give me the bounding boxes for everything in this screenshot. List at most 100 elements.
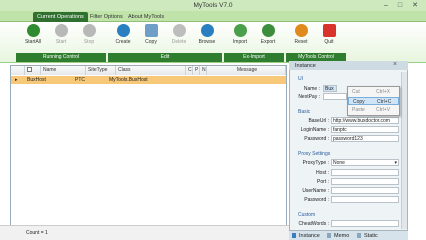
- panel-header: Instance ×: [289, 61, 408, 70]
- name-field[interactable]: Bux: [323, 85, 337, 92]
- tab-about-mytools[interactable]: About MyTools: [124, 12, 168, 22]
- host-label: Host :: [315, 170, 329, 176]
- panel-title: Instance: [295, 63, 316, 69]
- start-button[interactable]: Start: [48, 24, 74, 50]
- export-button[interactable]: Export: [255, 24, 281, 50]
- column-header-n[interactable]: N: [200, 66, 207, 75]
- grid-header-check[interactable]: [25, 66, 41, 75]
- row-marker-icon: ▸: [15, 77, 18, 83]
- browse-icon: [200, 24, 214, 37]
- context-menu-copy[interactable]: Copy Ctrl+C: [348, 97, 399, 105]
- export-icon: [261, 24, 275, 37]
- panel-tabs: Instance Memo Static: [289, 230, 408, 240]
- baseurl-field[interactable]: http://www.buxdoctor.com: [331, 117, 399, 124]
- create-icon: [116, 24, 130, 37]
- proxytype-value: None: [333, 160, 345, 166]
- checkbox-icon: [27, 67, 32, 73]
- column-header-class[interactable]: Class: [116, 66, 186, 75]
- port-label: Port :: [317, 179, 329, 185]
- stop-button[interactable]: Stop: [76, 24, 102, 50]
- column-header-message[interactable]: Message: [207, 66, 286, 75]
- proxy-password-field[interactable]: [331, 196, 399, 203]
- section-basic: Basic: [298, 109, 311, 115]
- cut-shortcut: Ctrl+X: [376, 89, 391, 95]
- row-sitetype: PTC: [75, 77, 85, 83]
- username-field[interactable]: [331, 187, 399, 194]
- cheatwords-label: CheatWords :: [298, 221, 329, 227]
- tab-current-operations[interactable]: Current Operations: [33, 12, 88, 22]
- static-tab-icon: [357, 233, 361, 238]
- section-proxy-settings: Proxy Settings: [298, 151, 331, 157]
- section-ui: UI: [298, 76, 303, 82]
- window-title: MyTools V7.0: [193, 2, 233, 9]
- context-menu-paste[interactable]: Paste Ctrl+V: [348, 106, 399, 114]
- ribbon-toolbar: StartAll Start Stop Create Copy Delete B…: [0, 22, 426, 63]
- tab-filter-options[interactable]: Filter Options: [86, 12, 127, 22]
- reset-icon: [294, 24, 308, 37]
- username-label: UserName :: [302, 188, 329, 194]
- context-menu: Cut Ctrl+X Copy Ctrl+C Paste Ctrl+V: [347, 86, 400, 116]
- password-label: Password :: [304, 136, 329, 142]
- title-bar: MyTools V7.0 – □ ✕: [0, 0, 426, 11]
- group-running-control: Running Control: [16, 53, 106, 62]
- instance-tab-icon: [292, 233, 296, 238]
- import-button[interactable]: Import: [227, 24, 253, 50]
- cheatwords-field[interactable]: [331, 220, 399, 227]
- startall-label: StartAll: [24, 39, 42, 45]
- quit-button[interactable]: Quit: [316, 24, 342, 50]
- copy-button[interactable]: Copy: [138, 24, 164, 50]
- loginname-label: LoginName :: [300, 127, 329, 133]
- create-label: Create: [115, 39, 131, 45]
- quit-label: Quit: [324, 39, 334, 45]
- row-class: MyTools.BuxHost: [109, 77, 148, 83]
- copy-icon: [144, 24, 158, 37]
- import-icon: [233, 24, 247, 37]
- column-header-sitetype[interactable]: SiteType: [86, 66, 116, 75]
- proxytype-label: ProxyType :: [302, 160, 329, 166]
- proxytype-select[interactable]: None ▾: [331, 159, 399, 166]
- tab-memo[interactable]: Memo: [334, 233, 349, 239]
- context-menu-cut[interactable]: Cut Ctrl+X: [348, 88, 399, 96]
- close-button[interactable]: ✕: [408, 1, 422, 10]
- table-row[interactable]: ▸ BuxHost PTC MyTools.BuxHost: [11, 76, 286, 84]
- column-header-c[interactable]: C: [186, 66, 193, 75]
- startall-button[interactable]: StartAll: [20, 24, 46, 50]
- section-custom: Custom: [298, 212, 316, 218]
- chevron-down-icon: ▾: [394, 160, 397, 166]
- grid-header-marker: [11, 66, 25, 75]
- nextpay-field[interactable]: [323, 93, 347, 100]
- column-header-name[interactable]: Name: [41, 66, 86, 75]
- create-button[interactable]: Create: [110, 24, 136, 50]
- maximize-button[interactable]: □: [394, 1, 406, 10]
- delete-button[interactable]: Delete: [166, 24, 192, 50]
- panel-scrollbar[interactable]: [401, 72, 407, 229]
- tab-static[interactable]: Static: [364, 233, 378, 239]
- baseurl-label: BaseUrl :: [308, 118, 329, 124]
- status-count: Count = 1: [26, 230, 48, 236]
- loginname-field[interactable]: fanptc: [331, 126, 399, 133]
- minimize-button[interactable]: –: [380, 1, 392, 10]
- name-label: Name :: [303, 86, 320, 92]
- delete-icon: [172, 24, 186, 37]
- browse-button[interactable]: Browse: [194, 24, 220, 50]
- host-field[interactable]: [331, 169, 399, 176]
- password-field[interactable]: password123: [331, 135, 399, 142]
- stop-label: Stop: [83, 39, 95, 45]
- panel-close-icon[interactable]: ×: [393, 61, 397, 68]
- status-bar: Count = 1: [0, 225, 290, 240]
- export-label: Export: [260, 39, 276, 45]
- reset-button[interactable]: Reset: [288, 24, 314, 50]
- stop-icon: [82, 24, 96, 37]
- copy-menu-label: Copy: [353, 99, 365, 105]
- nextpay-label: NextPay :: [298, 94, 320, 100]
- port-field[interactable]: [331, 178, 399, 185]
- instances-grid: Name SiteType Class C P N Message ▸ BuxH…: [10, 65, 287, 232]
- group-edit: Edit: [108, 53, 222, 62]
- memo-tab-icon: [327, 233, 331, 238]
- play-icon: [54, 24, 68, 37]
- column-header-p[interactable]: P: [193, 66, 200, 75]
- proxy-password-label: Password :: [304, 197, 329, 203]
- group-ex-import: Ex-Import: [224, 53, 284, 62]
- tab-instance[interactable]: Instance: [299, 233, 320, 239]
- browse-label: Browse: [198, 39, 216, 45]
